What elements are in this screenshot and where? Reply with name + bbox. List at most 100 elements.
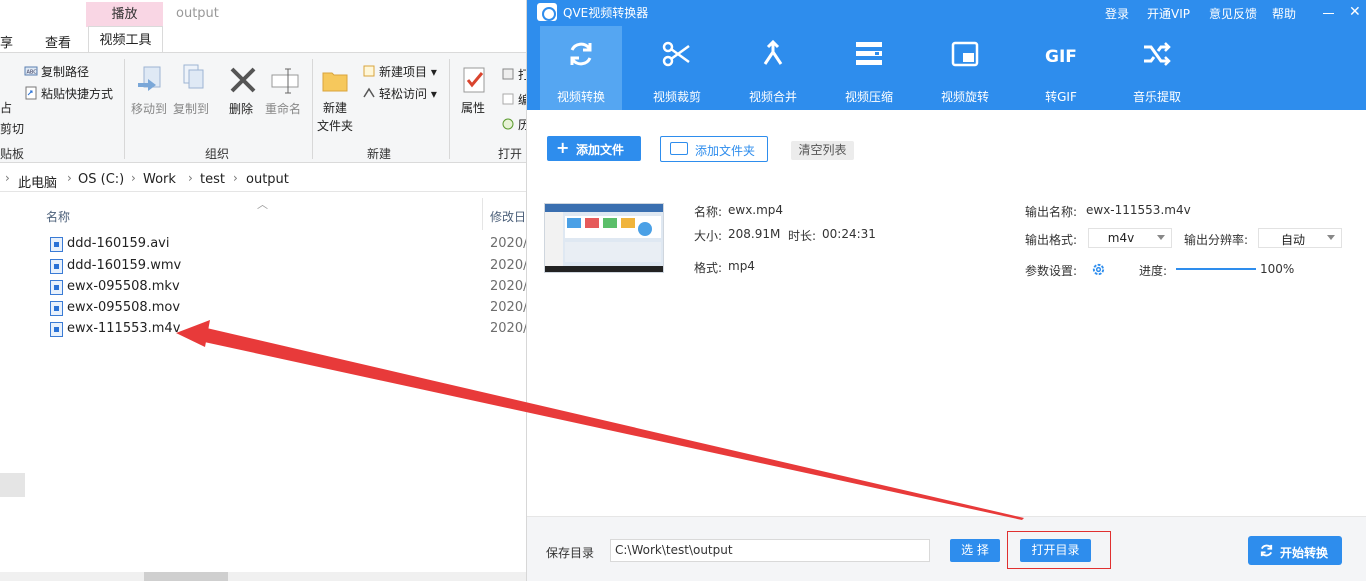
choose-dir-button[interactable]: 选 择 [950, 539, 1000, 562]
file-name: ddd-160159.wmv [67, 258, 182, 273]
progress-bar [1176, 268, 1256, 270]
paste-shortcut-button[interactable]: 粘贴快捷方式 [24, 85, 113, 102]
video-file-icon [50, 322, 63, 337]
sort-ascending-icon: ︿ [257, 198, 268, 211]
output-name-value[interactable]: ewx-111553.m4v [1086, 203, 1191, 217]
file-row[interactable]: ewx-111553.m4v 2020/ [50, 320, 526, 340]
ribbon-partial-cut[interactable]: 剪切 [0, 120, 24, 137]
ribbon: 占 剪切 贴板 ABC 复制路径 粘贴快捷方式 移动到 复制到 删除 重命名 组织… [0, 52, 526, 163]
breadcrumb-this-pc[interactable]: 此电脑 [18, 172, 57, 191]
ribbon-divider [124, 59, 125, 159]
file-row[interactable]: ddd-160159.wmv 2020/ [50, 257, 526, 277]
group-label-clipboard: 贴板 [0, 147, 25, 161]
gif-icon-text: GIF [1045, 47, 1077, 67]
tool-audio-extract[interactable]: 音乐提取 [1116, 26, 1198, 110]
save-dir-input[interactable]: C:\Work\test\output [610, 539, 930, 562]
nav-pane-selected-item[interactable] [0, 473, 25, 497]
move-to-button[interactable]: 移动到 [131, 100, 167, 117]
plus-icon: + [556, 138, 570, 157]
open-partial-label: 打 [518, 68, 526, 82]
breadcrumb-separator: › [233, 171, 238, 185]
breadcrumb-output[interactable]: output [246, 172, 289, 187]
add-file-button[interactable]: + 添加文件 [547, 136, 641, 161]
tool-video-rotate[interactable]: 视频旋转 [924, 26, 1006, 110]
tool-video-compress[interactable]: 视频压缩 [828, 26, 910, 110]
folder-icon [670, 142, 688, 155]
new-folder-label-line1[interactable]: 新建 [323, 99, 347, 116]
history-icon [502, 118, 514, 130]
address-bar[interactable]: › 此电脑 › OS (C:) › Work › test › output [0, 168, 526, 192]
output-format-select[interactable]: m4v [1088, 228, 1172, 248]
copy-path-button[interactable]: ABC 复制路径 [24, 63, 89, 80]
tool-video-crop[interactable]: 视频裁剪 [636, 26, 718, 110]
new-folder-label-line2[interactable]: 文件夹 [317, 117, 353, 134]
breadcrumb-test[interactable]: test [200, 172, 225, 187]
minimize-icon[interactable] [1323, 13, 1334, 14]
output-format-value: m4v [1107, 231, 1135, 245]
file-row[interactable]: ewx-095508.mkv 2020/ [50, 278, 526, 298]
file-row[interactable]: ewx-095508.mov 2020/ [50, 299, 526, 319]
open-partial-button[interactable]: 打 [501, 66, 526, 83]
gear-icon[interactable] [1091, 262, 1106, 277]
context-tab-header-play[interactable]: 播放 [86, 2, 163, 27]
file-duration-value: 00:24:31 [822, 227, 876, 241]
output-resolution-select[interactable]: 自动 [1258, 228, 1342, 248]
taskbar-segment[interactable] [144, 572, 228, 581]
start-convert-button[interactable]: 开始转换 [1248, 536, 1342, 565]
tool-video-convert[interactable]: 视频转换 [540, 26, 622, 110]
properties-button[interactable]: 属性 [461, 99, 485, 116]
explorer-tab-bar: 播放 output 享 查看 视频工具 [0, 0, 526, 53]
easy-access-icon [363, 87, 375, 98]
ribbon-divider [449, 59, 450, 159]
file-name: ewx-095508.mkv [67, 279, 180, 294]
explorer-window-title: output [176, 6, 219, 21]
tab-share[interactable]: 享 [0, 32, 13, 51]
login-link[interactable]: 登录 [1105, 5, 1129, 22]
tool-label: 音乐提取 [1132, 90, 1181, 104]
add-folder-label: 添加文件夹 [695, 144, 756, 158]
ribbon-partial-paste[interactable]: 占 [0, 99, 12, 116]
open-dir-button[interactable]: 打开目录 [1020, 539, 1091, 562]
file-row[interactable]: ddd-160159.avi 2020/ [50, 235, 526, 255]
tool-video-merge[interactable]: 视频合并 [732, 26, 814, 110]
new-folder-icon [322, 72, 348, 92]
new-item-label: 新建项目 [379, 65, 428, 79]
help-link[interactable]: 帮助 [1272, 5, 1296, 22]
feedback-link[interactable]: 意见反馈 [1209, 5, 1257, 22]
breadcrumb-work[interactable]: Work [143, 172, 176, 187]
history-partial-button[interactable]: 历 [501, 116, 526, 133]
app-title: QVE视频转换器 [563, 6, 649, 20]
tab-view[interactable]: 查看 [45, 32, 71, 51]
tool-gif[interactable]: GIF 转GIF [1020, 26, 1102, 110]
qve-video-converter-window: QVE视频转换器 登录 开通VIP 意见反馈 帮助 ✕ 视频转换 视频裁剪 视频… [526, 0, 1366, 581]
breadcrumb-os-c[interactable]: OS (C:) [78, 172, 124, 187]
file-name: ewx-095508.mov [67, 300, 181, 315]
column-header-modified[interactable]: 修改日 [490, 208, 526, 225]
output-name-label: 输出名称: [1025, 205, 1078, 219]
file-format-value: mp4 [728, 259, 755, 273]
progress-percent: 100% [1260, 262, 1295, 276]
easy-access-button[interactable]: 轻松访问 ▾ [362, 85, 437, 102]
edit-partial-button[interactable]: 编 [501, 91, 526, 108]
clear-list-button[interactable]: 清空列表 [791, 141, 854, 160]
format-label: 格式: [694, 261, 723, 275]
close-icon[interactable]: ✕ [1349, 4, 1361, 20]
new-item-icon [363, 65, 375, 77]
column-header-name[interactable]: 名称 [46, 208, 70, 225]
breadcrumb-separator: › [67, 171, 72, 185]
add-folder-button[interactable]: 添加文件夹 [660, 136, 768, 162]
new-item-button[interactable]: 新建项目 ▾ [362, 63, 437, 80]
size-label: 大小: [694, 229, 723, 243]
tab-video-tools[interactable]: 视频工具 [88, 26, 163, 53]
progress-label: 进度: [1139, 264, 1168, 278]
copy-to-button[interactable]: 复制到 [173, 100, 209, 117]
rename-button[interactable]: 重命名 [265, 100, 301, 117]
delete-button[interactable]: 删除 [229, 100, 253, 117]
merge-icon [763, 39, 783, 65]
taskbar-strip [0, 572, 526, 581]
column-divider[interactable] [482, 198, 483, 230]
open-vip-link[interactable]: 开通VIP [1147, 5, 1190, 22]
tool-label: 转GIF [1045, 90, 1077, 104]
progress-bar-fill [1176, 268, 1256, 270]
params-label: 参数设置: [1025, 264, 1078, 278]
